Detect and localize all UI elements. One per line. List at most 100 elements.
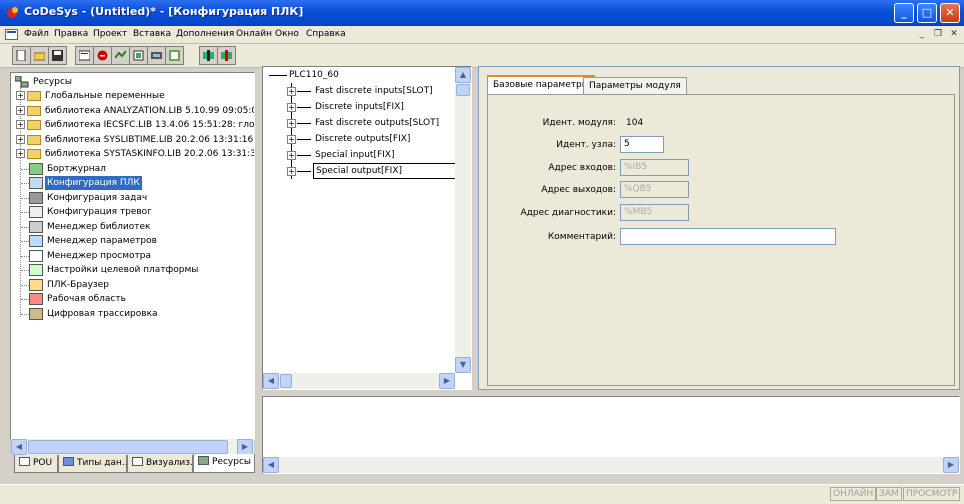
- open-icon: [34, 52, 45, 61]
- comment-field[interactable]: [620, 228, 836, 245]
- tab-module-params[interactable]: Параметры модуля: [583, 77, 687, 95]
- tree-item[interactable]: Рабочая область: [15, 292, 253, 306]
- root-line: [269, 75, 287, 76]
- tree-item[interactable]: ПЛК-Браузер: [15, 278, 253, 292]
- menu-online[interactable]: Онлайн: [236, 29, 272, 39]
- tab-resources-label: Ресурсы: [212, 457, 252, 467]
- expand-plus-icon[interactable]: +: [287, 151, 296, 160]
- expand-plus-icon[interactable]: +: [16, 120, 25, 129]
- tab-data-types[interactable]: Типы дан...: [58, 455, 127, 473]
- tree-item[interactable]: Конфигурация тревог: [15, 205, 253, 219]
- plc-config-hscroll[interactable]: ◀ ▶: [263, 373, 455, 389]
- mdi-minimize-icon[interactable]: _: [916, 29, 928, 41]
- status-view: ПРОСМОТР: [903, 487, 961, 501]
- run-button[interactable]: [147, 46, 166, 65]
- scroll-right-icon[interactable]: ▶: [439, 373, 455, 389]
- expand-plus-icon[interactable]: +: [287, 167, 296, 176]
- scroll-thumb[interactable]: [280, 374, 292, 388]
- expand-plus-icon[interactable]: +: [287, 87, 296, 96]
- diag-addr-field[interactable]: %MB5: [620, 204, 689, 221]
- tree-item[interactable]: + библиотека SYSTASKINFO.LIB 20.2.06 13:3…: [15, 147, 254, 161]
- scroll-left-icon[interactable]: ◀: [11, 439, 27, 455]
- resources-tree[interactable]: Ресурсы + Глобальные переменные + библиотек…: [10, 72, 255, 440]
- resource-item-icon: [29, 307, 43, 320]
- title-bar[interactable]: CoDeSys - (Untitled)* - [Конфигурация ПЛ…: [0, 0, 964, 26]
- stop-button[interactable]: [93, 46, 112, 65]
- module-parameters-panel: Базовые параметры Параметры модуля Идент…: [478, 66, 960, 390]
- expand-plus-icon[interactable]: +: [16, 91, 25, 100]
- resource-item-icon: [29, 249, 43, 262]
- tree-branch: [21, 313, 29, 315]
- tree-branch: [21, 226, 29, 228]
- tree-item[interactable]: Конфигурация ПЛК: [15, 176, 253, 190]
- menu-help[interactable]: Справка: [306, 29, 346, 39]
- tree-item[interactable]: Менеджер библиотек: [15, 220, 253, 234]
- scroll-up-icon[interactable]: ▲: [455, 67, 471, 83]
- node-id-field[interactable]: 5: [620, 136, 664, 153]
- menu-extras[interactable]: Дополнения: [176, 29, 234, 39]
- maximize-button[interactable]: □: [917, 3, 937, 23]
- message-window[interactable]: ◀ ▶: [262, 396, 960, 474]
- tree-item[interactable]: + библиотека IECSFC.LIB 13.4.06 15:51:28:…: [15, 118, 254, 132]
- node-id-label: Идент. узла:: [556, 140, 616, 150]
- expand-plus-icon[interactable]: +: [287, 103, 296, 112]
- expand-plus-icon[interactable]: +: [16, 105, 25, 115]
- scroll-left-icon[interactable]: ◀: [263, 373, 279, 389]
- scroll-thumb[interactable]: [28, 440, 228, 454]
- tree-item[interactable]: Бортжурнал: [15, 162, 253, 176]
- build-button[interactable]: [75, 46, 94, 65]
- new-button[interactable]: [12, 46, 31, 65]
- scroll-down-icon[interactable]: ▼: [455, 357, 471, 373]
- menu-window[interactable]: Окно: [275, 29, 299, 39]
- menu-edit[interactable]: Правка: [54, 29, 88, 39]
- minimize-button[interactable]: _: [894, 3, 914, 23]
- expand-plus-icon[interactable]: +: [287, 119, 296, 128]
- tree-item[interactable]: Менеджер параметров: [15, 234, 253, 248]
- open-button[interactable]: [30, 46, 49, 65]
- tree-item[interactable]: + Глобальные переменные: [15, 89, 253, 103]
- save-button[interactable]: [48, 46, 67, 65]
- scroll-thumb[interactable]: [456, 84, 470, 96]
- menu-insert[interactable]: Вставка: [133, 29, 171, 39]
- tab-basic-params[interactable]: Базовые параметры: [487, 75, 595, 95]
- mdi-close-icon[interactable]: ✕: [948, 29, 960, 41]
- plc-config-vscroll[interactable]: ▲ ▼: [455, 67, 471, 373]
- tree-item[interactable]: + библиотека ANALYZATION.LIB 5.10.99 09:0…: [15, 104, 254, 118]
- breakpoint-icon: [203, 50, 214, 61]
- login-button[interactable]: [111, 46, 130, 65]
- view-button[interactable]: [217, 46, 236, 65]
- tree-item[interactable]: Настройки целевой платформы: [15, 263, 253, 277]
- expand-plus-icon[interactable]: +: [16, 134, 25, 144]
- logout-button[interactable]: [129, 46, 148, 65]
- output-addr-field[interactable]: %QB5: [620, 181, 689, 198]
- close-button[interactable]: ✕: [940, 3, 960, 23]
- breakpoint-button[interactable]: [199, 46, 218, 65]
- tab-pou[interactable]: POU: [14, 455, 58, 473]
- scroll-right-icon[interactable]: ▶: [943, 457, 959, 473]
- tree-root-resources[interactable]: Ресурсы: [13, 75, 253, 89]
- step-button[interactable]: [165, 46, 184, 65]
- resource-item-icon: [29, 177, 43, 189]
- mdi-restore-icon[interactable]: ❐: [932, 29, 944, 41]
- scroll-left-icon[interactable]: ◀: [263, 457, 279, 473]
- expand-plus-icon[interactable]: +: [287, 135, 296, 144]
- tree-item[interactable]: Менеджер просмотра: [15, 249, 253, 263]
- tree-item[interactable]: + библиотека SYSLIBTIME.LIB 20.2.06 13:31…: [15, 133, 254, 147]
- folder-icon: [27, 134, 41, 145]
- message-hscroll[interactable]: ◀ ▶: [263, 457, 959, 473]
- plc-config-tree[interactable]: PLC110_60 + Fast discrete inputs[SLOT] + Di…: [262, 66, 472, 390]
- input-addr-field[interactable]: %IB5: [620, 159, 689, 176]
- resources-hscroll[interactable]: ◀ ▶: [11, 439, 254, 455]
- menu-project[interactable]: Проект: [93, 29, 127, 39]
- expand-plus-icon[interactable]: +: [16, 149, 25, 158]
- document-icon[interactable]: [5, 29, 18, 40]
- tree-item[interactable]: Цифровая трассировка: [15, 307, 253, 321]
- window-title: CoDeSys - (Untitled)* - [Конфигурация ПЛ…: [24, 5, 304, 18]
- tree-branch: [297, 123, 311, 124]
- tab-visualizations[interactable]: Визуализ...: [127, 455, 193, 473]
- menu-file[interactable]: Файл: [24, 29, 49, 39]
- status-bar: ОНЛАЙН ЗАМ ПРОСМОТР: [0, 484, 964, 504]
- tab-resources[interactable]: Ресурсы: [193, 454, 255, 473]
- scroll-right-icon[interactable]: ▶: [237, 439, 253, 455]
- tree-item[interactable]: Конфигурация задач: [15, 191, 253, 205]
